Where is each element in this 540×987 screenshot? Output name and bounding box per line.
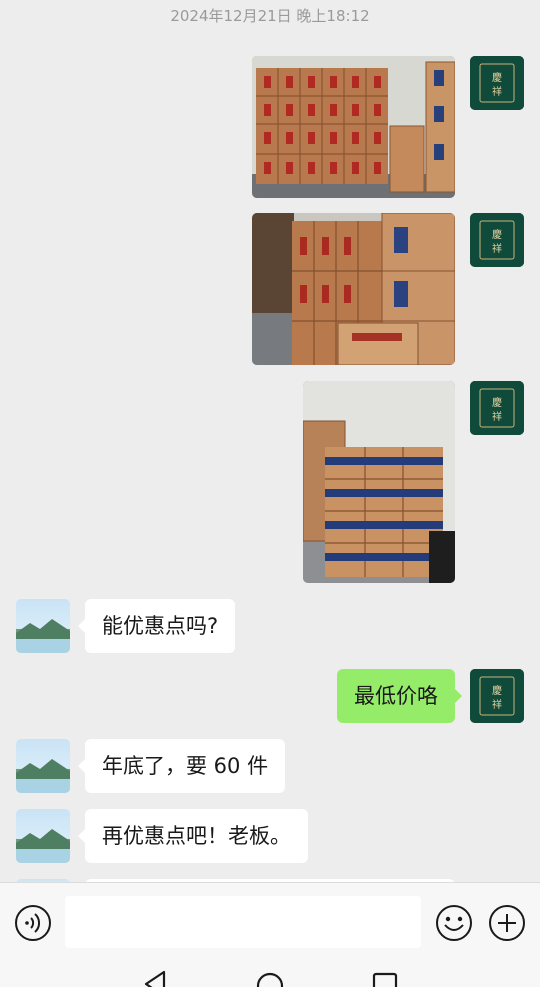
message-input[interactable] — [65, 896, 421, 948]
brand-logo-icon: 慶 祥 — [470, 381, 524, 435]
svg-text:祥: 祥 — [492, 698, 502, 711]
emoji-button[interactable] — [435, 904, 473, 942]
recents-icon — [372, 972, 398, 987]
system-nav-bar — [0, 960, 540, 987]
svg-text:慶: 慶 — [492, 71, 502, 84]
message-bubble-incoming[interactable]: 再优惠点吧！老板。 — [78, 809, 308, 863]
back-button[interactable] — [140, 968, 170, 987]
svg-text:祥: 祥 — [492, 85, 502, 98]
svg-text:慶: 慶 — [492, 228, 502, 241]
voice-button[interactable] — [14, 904, 52, 942]
landscape-avatar-icon — [16, 759, 70, 793]
self-avatar[interactable]: 慶 祥 — [470, 56, 524, 110]
svg-text:祥: 祥 — [492, 242, 502, 255]
image-message-1[interactable] — [252, 56, 455, 198]
message-bubble-incoming[interactable]: 年底了，要 60 件 — [77, 739, 286, 793]
back-icon — [144, 970, 166, 987]
self-avatar[interactable]: 慶 祥 — [470, 669, 524, 723]
input-bar — [0, 882, 540, 961]
voice-icon — [15, 905, 51, 941]
self-avatar[interactable]: 慶 祥 — [470, 213, 524, 267]
landscape-avatar-icon — [16, 619, 70, 653]
image-message-2[interactable] — [252, 213, 455, 365]
home-button[interactable] — [255, 968, 285, 987]
chat-area[interactable]: 2024年12月21日 晚上18:12 慶 祥 慶 祥 慶 祥 能优惠点吗? 最… — [0, 0, 540, 882]
brand-logo-icon: 慶 祥 — [470, 56, 524, 110]
plus-icon — [489, 905, 525, 941]
plus-button[interactable] — [488, 904, 526, 942]
emoji-icon — [436, 905, 472, 941]
image-message-3[interactable] — [303, 381, 455, 583]
svg-text:祥: 祥 — [492, 410, 502, 423]
contact-avatar[interactable] — [16, 809, 70, 863]
message-bubble-incoming[interactable]: 能优惠点吗? — [77, 599, 236, 653]
recents-button[interactable] — [370, 968, 400, 987]
home-icon — [256, 972, 284, 987]
boxes-photo — [252, 56, 455, 198]
boxes-photo — [303, 381, 455, 583]
brand-logo-icon: 慶 祥 — [470, 213, 524, 267]
contact-avatar[interactable] — [16, 739, 70, 793]
svg-text:慶: 慶 — [492, 684, 502, 697]
boxes-photo — [252, 213, 455, 365]
svg-text:慶: 慶 — [492, 396, 502, 409]
landscape-avatar-icon — [16, 829, 70, 863]
contact-avatar[interactable] — [16, 599, 70, 653]
message-bubble-outgoing[interactable]: 最低价咯 — [337, 669, 462, 723]
brand-logo-icon: 慶 祥 — [470, 669, 524, 723]
message-timestamp: 2024年12月21日 晚上18:12 — [170, 7, 370, 25]
self-avatar[interactable]: 慶 祥 — [470, 381, 524, 435]
